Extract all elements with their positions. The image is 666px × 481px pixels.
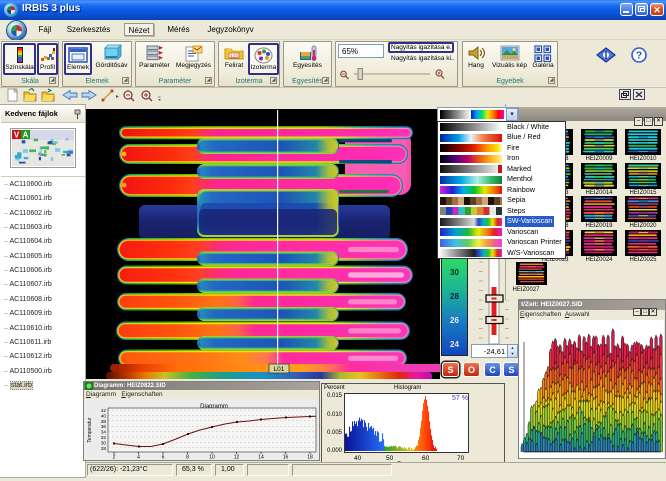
svg-text:4: 4 [137, 455, 140, 461]
svg-text:34: 34 [101, 430, 107, 435]
svg-text:14: 14 [258, 455, 264, 461]
svg-text:A: A [23, 131, 29, 140]
svg-text:36: 36 [101, 424, 107, 429]
svg-text:?: ? [636, 51, 642, 62]
svg-text:Temperatur: Temperatur [87, 417, 93, 443]
svg-text:18: 18 [307, 455, 313, 461]
svg-text:2: 2 [113, 455, 116, 461]
svg-text:42: 42 [101, 408, 107, 413]
svg-text:6: 6 [162, 455, 165, 461]
svg-text:L01: L01 [274, 366, 285, 373]
svg-text:10: 10 [209, 455, 215, 461]
svg-text:V: V [14, 131, 20, 140]
svg-text:30: 30 [101, 440, 107, 445]
svg-text:8: 8 [186, 455, 189, 461]
svg-text:12: 12 [234, 455, 240, 461]
svg-text:38: 38 [101, 419, 107, 424]
svg-text:16: 16 [283, 455, 289, 461]
svg-text:28: 28 [101, 446, 107, 451]
svg-text:123: 123 [230, 53, 238, 58]
svg-text:40: 40 [101, 413, 107, 418]
svg-text:32: 32 [101, 435, 107, 440]
